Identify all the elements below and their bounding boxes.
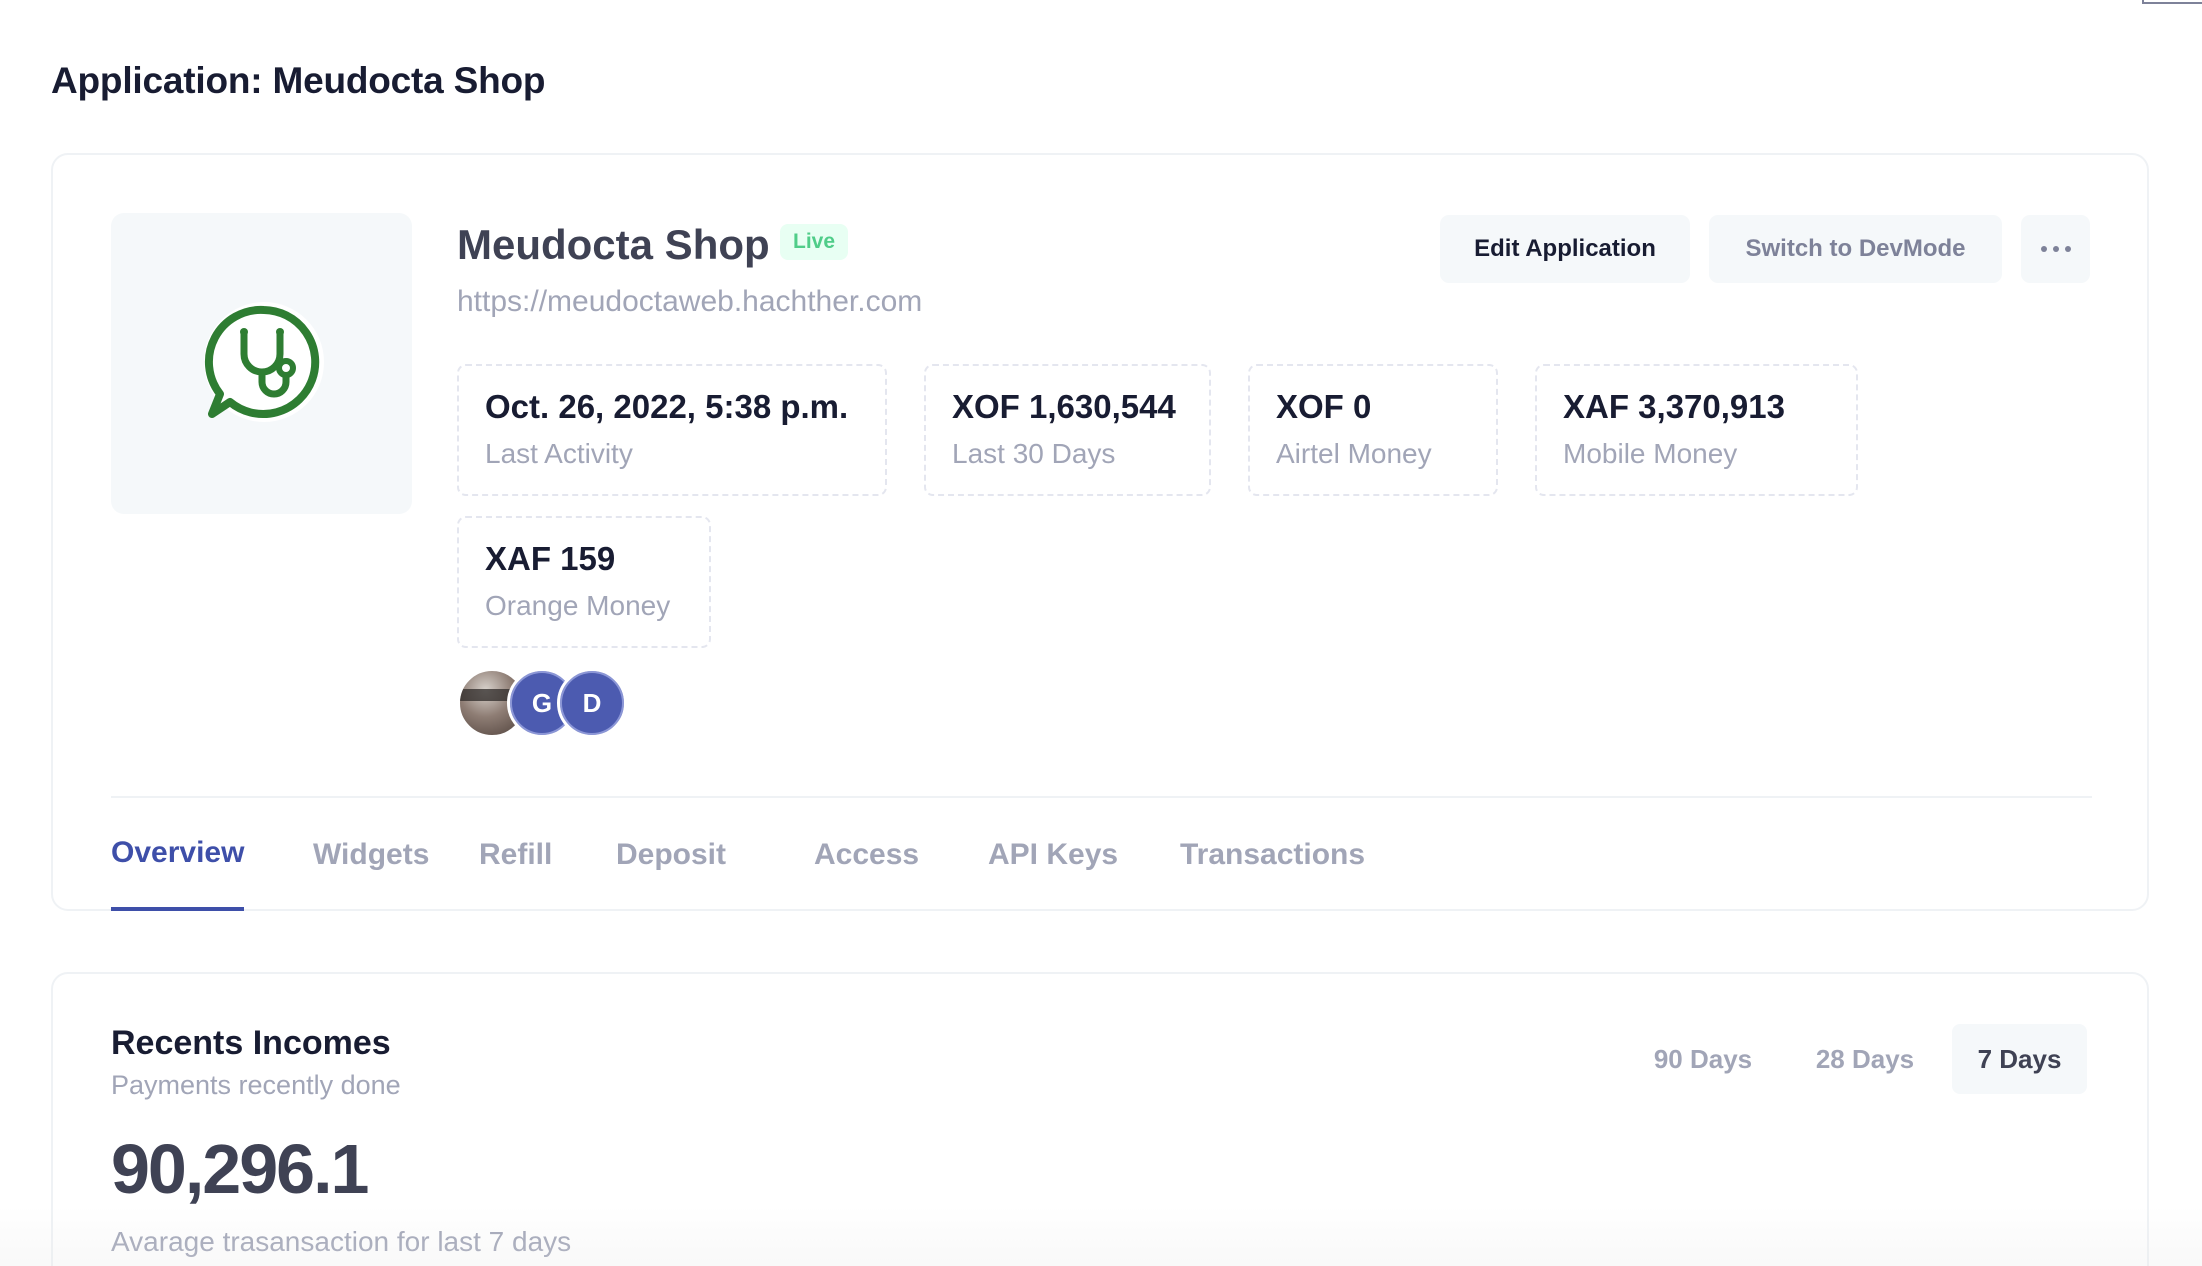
tab-deposit[interactable]: Deposit [616, 798, 726, 911]
tab-api-keys[interactable]: API Keys [988, 798, 1118, 911]
avatar[interactable]: D [557, 668, 627, 738]
stat-label: Orange Money [485, 590, 671, 621]
tab-access[interactable]: Access [814, 798, 919, 911]
stat-label: Mobile Money [1563, 438, 1738, 469]
stat-last-30-days: XOF 1,630,544 Last 30 Days [924, 364, 1211, 496]
stat-value: XOF 1,630,544 [952, 388, 1176, 425]
page-title: Application: Meudocta Shop [51, 60, 546, 101]
stat-label: Last Activity [485, 438, 633, 469]
more-actions-button[interactable] [2021, 215, 2090, 283]
stat-label: Airtel Money [1276, 438, 1432, 469]
range-7-days[interactable]: 7 Days [1952, 1024, 2087, 1094]
window-corner-mark [2142, 0, 2202, 4]
more-horizontal-icon [2040, 246, 2071, 252]
switch-devmode-button[interactable]: Switch to DevMode [1709, 215, 2002, 283]
edit-application-button[interactable]: Edit Application [1440, 215, 1690, 283]
stat-value: Oct. 26, 2022, 5:38 p.m. [485, 388, 849, 425]
app-name: Meudocta Shop [457, 221, 770, 268]
stat-value: XAF 3,370,913 [1563, 388, 1785, 425]
stethoscope-chat-icon [203, 301, 324, 422]
card-subtitle: Payments recently done [111, 1070, 401, 1100]
tab-transactions[interactable]: Transactions [1180, 798, 1365, 911]
app-url[interactable]: https://meudoctaweb.hachther.com [457, 285, 922, 319]
stat-value: XOF 0 [1276, 388, 1372, 425]
stat-last-activity: Oct. 26, 2022, 5:38 p.m. Last Activity [457, 364, 887, 496]
stat-airtel-money: XOF 0 Airtel Money [1248, 364, 1498, 496]
status-badge: Live [780, 224, 849, 260]
stat-mobile-money: XAF 3,370,913 Mobile Money [1535, 364, 1858, 496]
recent-incomes-card: Recents Incomes Payments recently done 9… [51, 972, 2149, 1266]
card-title: Recents Incomes [111, 1024, 391, 1062]
range-28-days[interactable]: 28 Days [1790, 1024, 1940, 1094]
app-logo [111, 213, 412, 514]
stat-value: XAF 159 [485, 540, 616, 577]
tab-refill[interactable]: Refill [479, 798, 552, 911]
income-caption: Avarage trasansaction for last 7 days [111, 1226, 572, 1257]
stat-orange-money: XAF 159 Orange Money [457, 516, 711, 648]
tab-overview[interactable]: Overview [111, 798, 245, 911]
range-90-days[interactable]: 90 Days [1628, 1024, 1778, 1094]
stat-label: Last 30 Days [952, 438, 1116, 469]
application-card: Meudocta Shop Live https://meudoctaweb.h… [51, 153, 2149, 911]
income-value: 90,296.1 [111, 1130, 369, 1208]
tab-widgets[interactable]: Widgets [313, 798, 429, 911]
page: Application: Meudocta Shop Meudocta Shop… [0, 0, 2202, 1266]
